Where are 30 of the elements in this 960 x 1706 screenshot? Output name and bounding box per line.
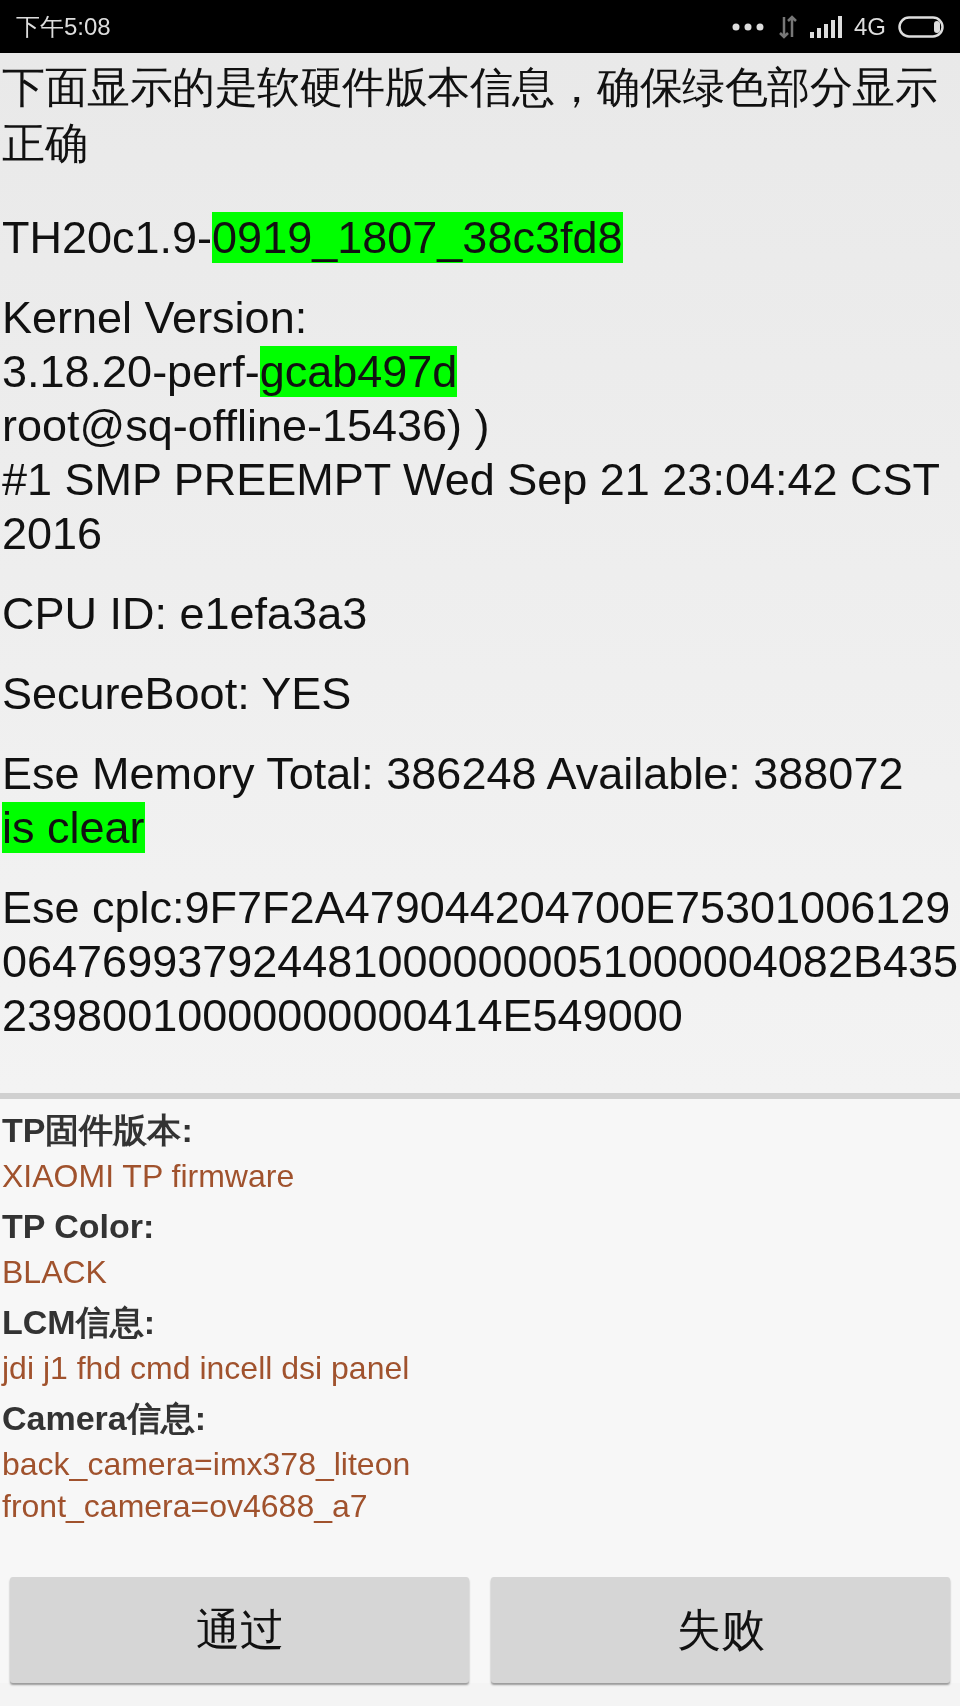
battery-icon [898,15,946,38]
info-value: XIAOMI TP firmware [2,1157,296,1196]
info-label: Camera信息: [2,1398,208,1439]
info-label: TP Color: [2,1206,156,1247]
info-label: LCM信息: [2,1302,156,1343]
info-text: SecureBoot: YES [2,668,352,719]
info-text: root@sq-offline-15436) ) [2,400,490,451]
info-value: front_camera=ov4688_a7 [2,1487,369,1526]
info-text: Ese Memory Total: 386248 Available: 388072 [2,748,904,799]
info-value: back_camera=imx378_liteon [2,1445,412,1484]
info-value: jdi j1 fhd cmd incell dsi panel [2,1349,411,1388]
clock-time: 下午5:08 [16,11,111,42]
info-text: CPU ID: e1efa3a3 [2,588,368,639]
highlighted-text: 0919_1807_38c3fd8 [212,212,623,263]
info-value: BLACK [2,1253,108,1292]
info-text: 3.18.20-perf- [2,346,260,397]
network-type: 4G [854,12,886,41]
info-text: Ese cplc:9F7F2A479044204700E753010061290647699379244810000000051000004082B43523980010000000000414E549000 [2,882,958,1041]
action-button[interactable]: 失败 [491,1577,950,1683]
info-text: #1 SMP PREEMPT Wed Sep 21 23:04:42 CST 2016 [2,454,940,559]
signal-icon [810,15,842,38]
highlighted-text: gcab497d [259,346,458,397]
data-arrows-icon [778,14,798,39]
info-label: TP固件版本: [2,1110,194,1151]
info-text: TH20c1.9- [2,212,213,263]
instruction-text: 下面显示的是软硬件版本信息，确保绿色部分显示正确 [1,62,938,169]
more-dots-icon [732,22,766,31]
info-text: Kernel Version: [2,292,308,343]
action-button[interactable]: 通过 [10,1577,469,1683]
highlighted-text: is clear [2,802,145,853]
